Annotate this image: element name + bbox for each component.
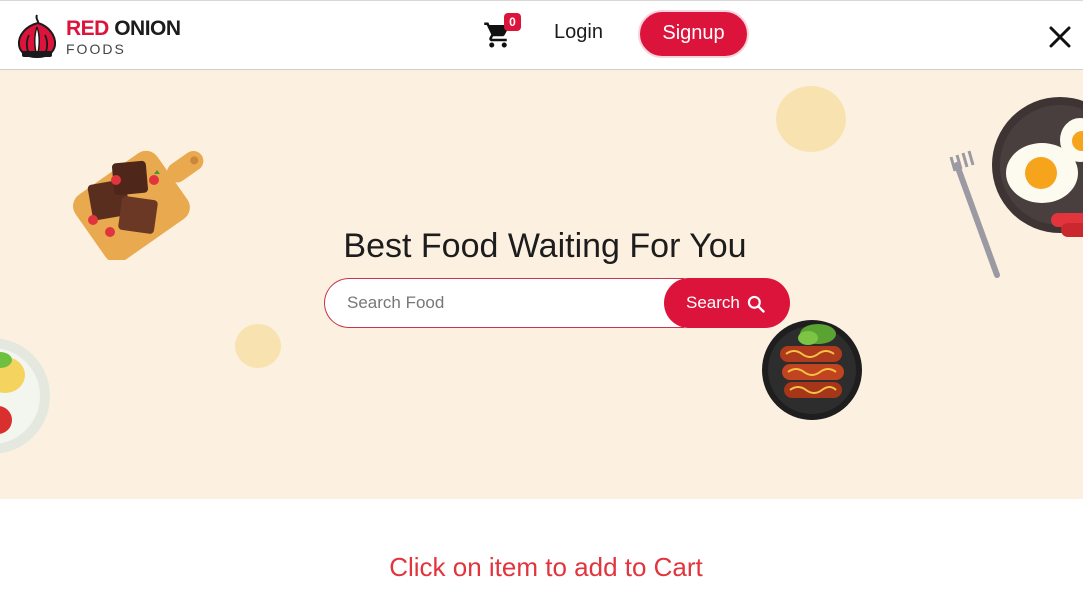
brand-logo[interactable]: RED ONION FOODS [14, 13, 189, 61]
sausage-plate-illustration [762, 320, 862, 420]
add-to-cart-hint: Click on item to add to Cart [389, 552, 703, 582]
brand-subtitle: FOODS [66, 41, 126, 57]
brand-name: RED ONION [66, 17, 181, 41]
login-link[interactable]: Login [554, 21, 603, 44]
hero-title: Best Food Waiting For You [343, 227, 747, 265]
search-input[interactable] [324, 278, 684, 328]
top-navbar: RED ONION FOODS 0 Login Signup [0, 0, 1083, 70]
salad-plate-illustration [0, 338, 50, 454]
brand-name-dark: ONION [114, 17, 181, 40]
cart-count-badge: 0 [504, 13, 521, 31]
decor-circle [776, 86, 846, 152]
hero-banner: Best Food Waiting For You Search [0, 70, 1083, 499]
brand-name-red: RED [66, 17, 109, 40]
search-button[interactable]: Search [664, 278, 790, 328]
search-icon [747, 295, 765, 313]
search-bar: Search [324, 278, 790, 328]
onion-logo-icon [17, 14, 57, 59]
close-icon[interactable] [1044, 21, 1076, 53]
decor-circle [235, 324, 281, 368]
search-button-label: Search [686, 293, 740, 312]
signup-button[interactable]: Signup [638, 10, 749, 58]
